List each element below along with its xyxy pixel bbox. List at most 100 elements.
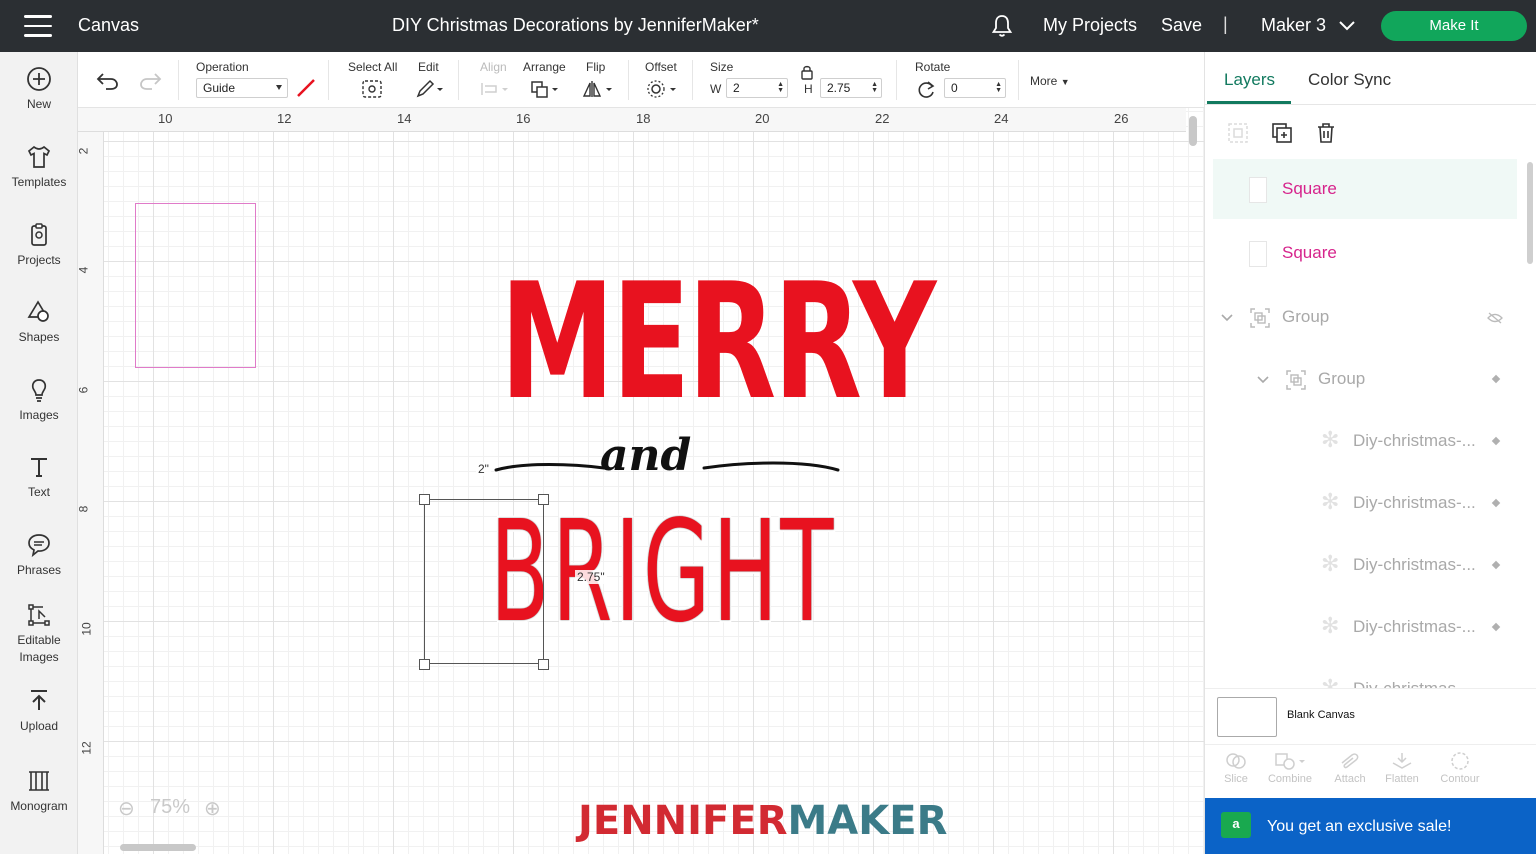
operation-select[interactable]: Guide xyxy=(196,78,288,98)
redo-icon[interactable] xyxy=(138,72,162,90)
zoom-in-icon[interactable]: ⊕ xyxy=(204,796,221,821)
ruler-tick: 20 xyxy=(755,111,770,126)
layers-scrollbar[interactable] xyxy=(1527,162,1533,264)
zoom-control: ⊖ 75% ⊕ xyxy=(118,796,236,822)
jennifermaker-watermark: JENNIFERMAKER xyxy=(578,798,947,844)
toolbar-divider xyxy=(1018,60,1019,100)
stepper-arrows-icon[interactable]: ▲ ▼ xyxy=(871,81,878,94)
ruler-tick: 10 xyxy=(158,111,173,126)
sidebar-label-monogram: Monogram xyxy=(10,799,68,813)
layer-row[interactable]: Square xyxy=(1213,223,1517,283)
canvas-horizontal-scrollbar[interactable] xyxy=(120,844,196,851)
sidebar-label-upload: Upload xyxy=(19,719,59,733)
sidebar-item-new[interactable]: New xyxy=(0,66,78,113)
sidebar-item-text[interactable]: Text xyxy=(0,454,78,501)
sale-banner[interactable]: a You get an exclusive sale! xyxy=(1205,798,1536,854)
edit-pencil-icon[interactable] xyxy=(415,79,445,99)
attach-button[interactable]: Attach xyxy=(1323,751,1377,785)
layer-row[interactable]: ✻ Diy-christmas-... xyxy=(1213,659,1517,688)
sidebar-item-monogram[interactable]: Monogram xyxy=(0,768,78,815)
zoom-out-icon[interactable]: ⊖ xyxy=(118,796,135,821)
chevron-down-icon[interactable] xyxy=(1257,376,1269,384)
layer-row[interactable]: Group xyxy=(1213,349,1517,409)
flip-icon[interactable] xyxy=(582,79,614,99)
and-text[interactable]: and xyxy=(600,430,691,481)
guide-square[interactable] xyxy=(135,203,256,368)
undo-icon[interactable] xyxy=(96,72,120,90)
merry-text[interactable]: MERRY xyxy=(500,262,936,422)
resize-handle-bottom-left[interactable] xyxy=(419,659,430,670)
duplicate-icon[interactable] xyxy=(1271,122,1293,144)
sidebar-item-editable-images[interactable]: Editable Images xyxy=(0,602,78,666)
combine-button[interactable]: Combine xyxy=(1263,751,1317,785)
hidden-eye-icon[interactable] xyxy=(1487,312,1503,324)
layer-row[interactable]: Square xyxy=(1213,159,1517,219)
resize-handle-bottom-right[interactable] xyxy=(538,659,549,670)
flip-label: Flip xyxy=(586,60,606,74)
more-menu[interactable]: More ▼ xyxy=(1030,74,1070,88)
menu-icon[interactable] xyxy=(24,15,52,37)
layer-name: Diy-christmas-... xyxy=(1353,431,1476,450)
canvas-vertical-scrollbar[interactable] xyxy=(1189,116,1197,146)
save-button[interactable]: Save xyxy=(1161,15,1202,36)
attach-label: Attach xyxy=(1334,773,1366,785)
resize-handle-top-left[interactable] xyxy=(419,494,430,505)
sidebar-item-projects[interactable]: Projects xyxy=(0,222,78,269)
height-input[interactable]: 2.75 ▲ ▼ xyxy=(820,78,882,98)
stepper-arrows-icon[interactable]: ▲ ▼ xyxy=(777,81,784,94)
combine-label: Combine xyxy=(1267,773,1313,785)
layer-row[interactable]: ✻ Diy-christmas-... xyxy=(1213,473,1517,533)
slice-button[interactable]: Slice xyxy=(1209,751,1263,785)
width-input[interactable]: 2 ▲ ▼ xyxy=(726,78,788,98)
slice-icon xyxy=(1226,753,1246,769)
app-title: Canvas xyxy=(78,15,140,35)
snowflake-icon: ✻ xyxy=(1321,613,1340,638)
width-dimension-label: 2" xyxy=(476,462,491,476)
tab-layers[interactable]: Layers xyxy=(1224,70,1275,90)
group-icon[interactable] xyxy=(1227,122,1249,144)
ruler-tick: 22 xyxy=(875,111,890,126)
pen-color-icon[interactable] xyxy=(296,78,316,98)
layer-row[interactable]: ✻ Diy-christmas-... xyxy=(1213,411,1517,471)
align-icon[interactable] xyxy=(480,81,510,97)
sidebar-item-phrases[interactable]: Phrases xyxy=(0,532,78,579)
rotate-label: Rotate xyxy=(915,60,951,74)
flatten-icon xyxy=(1392,753,1412,769)
arrange-icon[interactable] xyxy=(530,79,560,99)
selection-box[interactable] xyxy=(424,499,544,664)
contour-button[interactable]: Contour xyxy=(1433,751,1487,785)
sidebar-item-templates[interactable]: Templates xyxy=(0,144,78,191)
make-it-button[interactable]: Make It xyxy=(1381,11,1527,41)
layer-row[interactable]: ✻ Diy-christmas-... xyxy=(1213,535,1517,595)
sidebar-item-images[interactable]: Images xyxy=(0,377,78,424)
editable-image-icon xyxy=(28,604,50,626)
blank-canvas-swatch[interactable] xyxy=(1217,697,1277,737)
chevron-down-icon[interactable] xyxy=(1221,314,1233,322)
select-all-icon[interactable] xyxy=(361,79,383,99)
chevron-down-icon xyxy=(1339,21,1355,31)
offset-icon[interactable] xyxy=(646,79,678,99)
notification-bell-icon[interactable] xyxy=(990,13,1014,39)
lock-icon[interactable] xyxy=(800,64,814,80)
layer-row[interactable]: Group xyxy=(1213,287,1517,347)
tab-color-sync[interactable]: Color Sync xyxy=(1308,70,1391,90)
sidebar-label-text: Text xyxy=(27,485,50,499)
toolbar-divider xyxy=(896,60,897,100)
layer-name: Diy-christmas-... xyxy=(1353,555,1476,574)
trash-icon[interactable] xyxy=(1315,122,1337,144)
layer-indicator-dot xyxy=(1491,436,1501,446)
slice-label: Slice xyxy=(1224,773,1248,785)
stepper-arrows-icon[interactable]: ▲ ▼ xyxy=(995,81,1002,94)
machine-selector[interactable]: Maker 3 xyxy=(1261,15,1355,36)
sidebar-item-shapes[interactable]: Shapes xyxy=(0,299,78,346)
rotate-icon[interactable] xyxy=(916,80,936,100)
align-label: Align xyxy=(480,60,507,74)
layer-name: Diy-christmas-... xyxy=(1353,679,1476,688)
height-value: 2.75 xyxy=(827,81,851,95)
flatten-button[interactable]: Flatten xyxy=(1375,751,1429,785)
my-projects-link[interactable]: My Projects xyxy=(1043,15,1137,36)
resize-handle-top-right[interactable] xyxy=(538,494,549,505)
rotate-input[interactable]: 0 ▲ ▼ xyxy=(944,78,1006,98)
sidebar-item-upload[interactable]: Upload xyxy=(0,688,78,735)
layer-row[interactable]: ✻ Diy-christmas-... xyxy=(1213,597,1517,657)
